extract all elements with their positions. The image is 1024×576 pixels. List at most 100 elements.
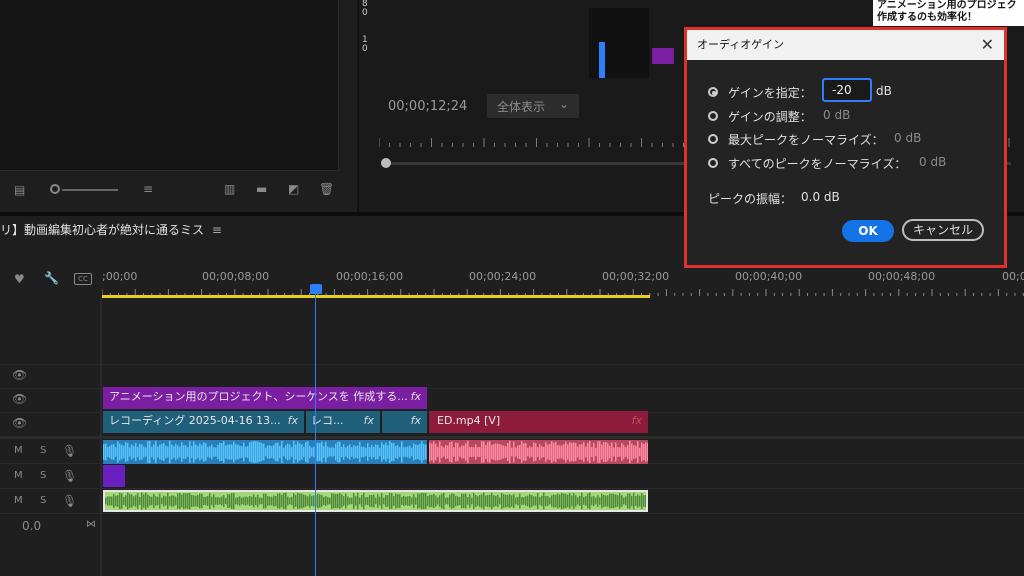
track-header-divider <box>100 298 102 576</box>
cancel-button[interactable]: キャンセル <box>902 219 984 241</box>
mute-button[interactable]: M <box>14 495 23 506</box>
playhead-handle[interactable] <box>310 284 322 294</box>
zoom-level-select[interactable]: 全体表示 ⌄ <box>487 94 579 118</box>
work-area-bar[interactable] <box>102 295 650 298</box>
solo-button[interactable]: S <box>40 470 46 481</box>
ruler-label-3: 00;00;24;00 <box>469 270 537 283</box>
new-item-icon[interactable]: ◩ <box>288 182 299 196</box>
project-panel: ▤ ≡ ▥ ▬ ◩ 🗑 <box>0 0 357 212</box>
sequence-tab[interactable]: リ】動画編集初心者が絶対に通るミス ≡ <box>0 221 222 238</box>
peak-amplitude-value: 0.0 dB <box>801 190 840 204</box>
audio-gain-dialog: オーディオゲイン ✕ ゲインを指定： -20 dB ゲインの調整： 0 dB 最… <box>684 27 1007 268</box>
mini-timeline-preview <box>589 8 674 78</box>
dialog-titlebar: オーディオゲイン ✕ <box>687 30 1004 60</box>
zoom-level-value: 全体表示 <box>497 100 546 114</box>
solo-button[interactable]: S <box>40 445 46 456</box>
solo-button[interactable]: S <box>40 495 46 506</box>
title-clip-label: アニメーション用のプロジェクト、シーケンスを 作成する... <box>109 390 408 403</box>
adjust-gain-value: 0 dB <box>823 108 851 122</box>
ruler-label-2: 00;00;16;00 <box>336 270 404 283</box>
sort-icon[interactable]: ≡ <box>143 182 153 196</box>
trash-icon[interactable]: 🗑 <box>319 182 334 196</box>
ruler-label-5: 00;00;40;00 <box>735 270 803 283</box>
zoom-slider-handle[interactable] <box>50 184 60 194</box>
panel-menu-icon[interactable]: ≡ <box>212 223 222 237</box>
chevron-down-icon: ⌄ <box>559 97 570 111</box>
eye-icon[interactable]: 👁 <box>12 392 27 406</box>
mini-track-highlight <box>599 42 605 78</box>
microphone-icon[interactable]: 🎙 <box>62 444 77 458</box>
recording-clip-3[interactable]: fx <box>382 411 427 433</box>
audio-clip-bgm[interactable] <box>103 490 648 512</box>
normalize-max-value: 0 dB <box>894 131 922 145</box>
dialog-title: オーディオゲイン <box>697 38 785 51</box>
option-label-normalize-all: すべてのピークをノーマライズ： <box>728 157 907 171</box>
recording-clip-1-label: レコーディング 2025-04-16 13... <box>109 414 281 427</box>
overlay-caption-line2: 作成するのも効率化！ <box>877 12 977 23</box>
option-label-specify-gain: ゲインを指定： <box>728 86 812 100</box>
mute-button[interactable]: M <box>14 445 23 456</box>
ed-clip[interactable]: ED.mp4 [V] fx <box>429 411 648 433</box>
ruler-label-1: 00;00;08;00 <box>202 270 270 283</box>
waveform <box>429 440 648 464</box>
gain-value-input[interactable]: -20 <box>822 78 872 102</box>
eye-icon[interactable]: 👁 <box>12 416 27 430</box>
playhead-timecode[interactable]: 00;00;12;24 <box>388 99 467 114</box>
gain-unit: dB <box>876 84 892 98</box>
fx-badge: fx <box>363 414 374 427</box>
audio-clip-ed[interactable] <box>429 440 648 464</box>
monitor-scrub-handle[interactable] <box>381 158 391 168</box>
option-label-adjust-gain: ゲインの調整： <box>728 110 812 124</box>
overlay-caption-line1: アニメーション用のプロジェク <box>877 0 1017 11</box>
waveform <box>105 492 646 510</box>
microphone-icon[interactable]: 🎙 <box>62 469 77 483</box>
fx-badge: fx <box>410 414 421 427</box>
captions-icon[interactable]: CC <box>74 273 92 285</box>
width-toggle-icon[interactable]: ⋈ <box>86 519 96 530</box>
radio-normalize-all[interactable] <box>708 158 718 168</box>
recording-clip-1[interactable]: レコーディング 2025-04-16 13... fx <box>103 411 304 433</box>
mini-clip <box>652 48 674 64</box>
option-label-normalize-max: 最大ピークをノーマライズ： <box>728 133 884 147</box>
ed-clip-label: ED.mp4 [V] <box>437 414 501 427</box>
ruler-label-4: 00;00;32;00 <box>602 270 670 283</box>
track-divider <box>0 364 1024 365</box>
audio-clip-short[interactable] <box>103 465 125 487</box>
peak-amplitude-label: ピークの振幅： <box>708 192 793 206</box>
new-bin-icon[interactable]: ▬ <box>256 182 267 196</box>
radio-specify-gain[interactable] <box>708 87 718 97</box>
recording-clip-2[interactable]: レコ... fx <box>306 411 380 433</box>
project-bin-area[interactable] <box>0 0 339 171</box>
track-divider <box>0 488 1024 489</box>
fx-badge: fx <box>287 414 298 427</box>
normalize-all-value: 0 dB <box>919 155 947 169</box>
ruler-label-0: ;00;00 <box>102 270 138 283</box>
list-view-icon[interactable]: ▤ <box>14 183 25 197</box>
track-divider <box>0 436 1024 439</box>
close-icon[interactable]: ✕ <box>981 30 994 60</box>
fx-badge: fx <box>631 414 642 427</box>
eye-icon[interactable]: 👁 <box>12 368 27 382</box>
timeline-ruler[interactable]: ;00;00 00;00;08;00 00;00;16;00 00;00;24;… <box>102 268 1024 298</box>
gain-value: -20 <box>832 83 852 97</box>
mute-button[interactable]: M <box>14 470 23 481</box>
playhead-line[interactable] <box>315 292 316 576</box>
radio-adjust-gain[interactable] <box>708 111 718 121</box>
microphone-icon[interactable]: 🎙 <box>62 494 77 508</box>
radio-normalize-max[interactable] <box>708 134 718 144</box>
snap-marker-icon[interactable]: ♥ <box>14 272 25 286</box>
title-clip[interactable]: アニメーション用のプロジェクト、シーケンスを 作成する... fx <box>103 387 427 409</box>
ruler-label-6: 00;00;48;00 <box>868 270 936 283</box>
zoom-slider-track[interactable] <box>62 189 118 191</box>
wrench-icon[interactable]: 🔧 <box>44 271 59 285</box>
master-volume-readout[interactable]: 0.0 <box>22 519 41 533</box>
automate-to-sequence-icon[interactable]: ▥ <box>224 182 235 196</box>
sequence-name: リ】動画編集初心者が絶対に通るミス <box>0 223 205 237</box>
ok-button[interactable]: OK <box>842 220 894 242</box>
audio-clip-recording[interactable] <box>103 440 427 464</box>
waveform <box>103 440 427 464</box>
overlay-caption: アニメーション用のプロジェク 作成するのも効率化！ <box>873 0 1024 26</box>
ruler-label-7: 00;0 <box>1002 270 1024 283</box>
track-divider <box>0 513 1024 514</box>
fx-badge: fx <box>410 390 421 403</box>
